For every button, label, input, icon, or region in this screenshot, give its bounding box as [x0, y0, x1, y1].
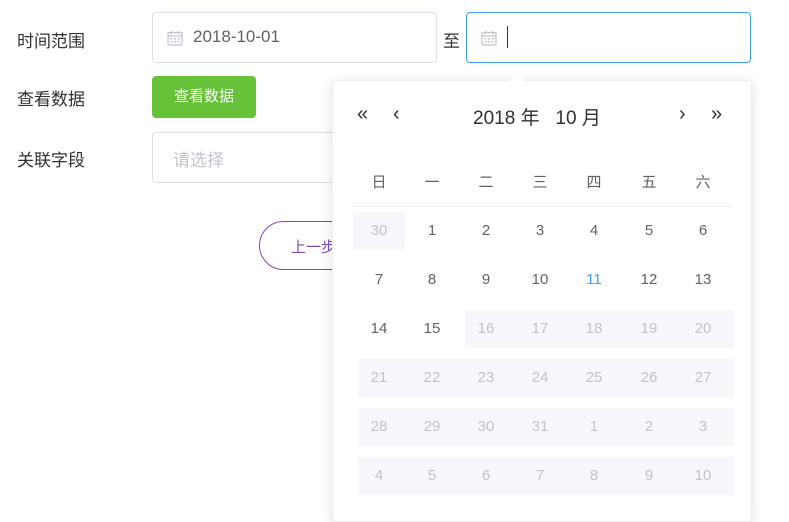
- day-cell: 24: [531, 369, 549, 386]
- weekday-3: 三: [532, 174, 548, 191]
- weekday-divider: [352, 206, 732, 207]
- weekday-0: 日: [371, 174, 387, 191]
- prev-year-button[interactable]: «: [357, 103, 368, 126]
- day-cell: 16: [477, 320, 495, 337]
- day-cell[interactable]: 9: [459, 261, 513, 299]
- next-month-button[interactable]: ›: [679, 103, 686, 126]
- day-cell: 4: [374, 467, 384, 484]
- day-cell: 17: [531, 320, 549, 337]
- day-cell[interactable]: 8: [405, 261, 459, 299]
- header-year-suffix: 年: [520, 108, 540, 129]
- today-cell[interactable]: 11: [567, 261, 621, 299]
- day-cell: 3: [698, 418, 708, 435]
- day-cell: 27: [694, 369, 712, 386]
- prev-month-button[interactable]: ‹: [393, 103, 400, 126]
- header-year[interactable]: 2018: [473, 108, 515, 129]
- day-cell: 2: [644, 418, 654, 435]
- calendar-icon: [481, 31, 497, 46]
- weekday-1: 一: [424, 174, 440, 191]
- day-cell[interactable]: 7: [352, 261, 406, 299]
- day-cell[interactable]: 13: [676, 261, 730, 299]
- popper-arrow: [509, 73, 525, 81]
- start-date-input[interactable]: 2018-10-01: [152, 12, 437, 63]
- day-cell: 31: [531, 418, 549, 435]
- day-cell: 9: [644, 467, 654, 484]
- weekday-2: 二: [478, 174, 494, 191]
- day-cell: 18: [585, 320, 603, 337]
- day-cell[interactable]: 2: [459, 212, 513, 250]
- calendar-icon: [167, 31, 183, 46]
- view-data-button[interactable]: 查看数据: [152, 76, 256, 118]
- related-field-placeholder: 请选择: [173, 151, 224, 170]
- day-cell: 20: [694, 320, 712, 337]
- day-cell[interactable]: 3: [513, 212, 567, 250]
- day-cell[interactable]: 1: [405, 212, 459, 250]
- day-cell: 1: [589, 418, 599, 435]
- end-date-input[interactable]: [466, 12, 751, 63]
- text-cursor: [507, 26, 508, 48]
- weekday-4: 四: [586, 174, 602, 191]
- prev-step-label: 上一步: [291, 239, 337, 256]
- date-picker-header: 2018 年 10 月: [473, 103, 601, 130]
- day-cell: 6: [481, 467, 491, 484]
- header-month[interactable]: 10: [555, 108, 576, 129]
- day-cell: 30: [353, 212, 405, 250]
- time-range-label: 时间范围: [17, 32, 85, 51]
- day-cell: 8: [589, 467, 599, 484]
- related-field-label: 关联字段: [17, 151, 85, 170]
- view-data-label: 查看数据: [17, 90, 85, 109]
- weekday-5: 五: [641, 174, 657, 191]
- day-cell[interactable]: 15: [405, 310, 459, 348]
- next-year-button[interactable]: »: [711, 103, 722, 126]
- day-cell[interactable]: 14: [352, 310, 406, 348]
- day-cell: 26: [640, 369, 658, 386]
- day-cell[interactable]: 12: [622, 261, 676, 299]
- day-cell[interactable]: 6: [676, 212, 730, 250]
- day-cell: 25: [585, 369, 603, 386]
- day-cell[interactable]: 10: [513, 261, 567, 299]
- day-cell: 7: [535, 467, 545, 484]
- day-cell: 19: [640, 320, 658, 337]
- day-cell: 30: [477, 418, 495, 435]
- day-cell[interactable]: 4: [567, 212, 621, 250]
- start-date-value: 2018-10-01: [193, 27, 280, 46]
- day-cell: 23: [477, 369, 495, 386]
- date-picker-panel: « ‹ 2018 年 10 月 › » 日一二三四五六 30 1 2 3 4 5 6 7 8 9 1…: [332, 80, 752, 522]
- header-month-suffix: 月: [581, 108, 601, 129]
- weekday-6: 六: [695, 174, 711, 191]
- day-cell: 22: [423, 369, 441, 386]
- range-separator: 至: [443, 32, 460, 51]
- day-cell: 21: [370, 369, 388, 386]
- day-cell: 10: [694, 467, 712, 484]
- day-cell[interactable]: 5: [622, 212, 676, 250]
- day-cell: 29: [423, 418, 441, 435]
- day-cell: 5: [427, 467, 437, 484]
- day-cell: 28: [370, 418, 388, 435]
